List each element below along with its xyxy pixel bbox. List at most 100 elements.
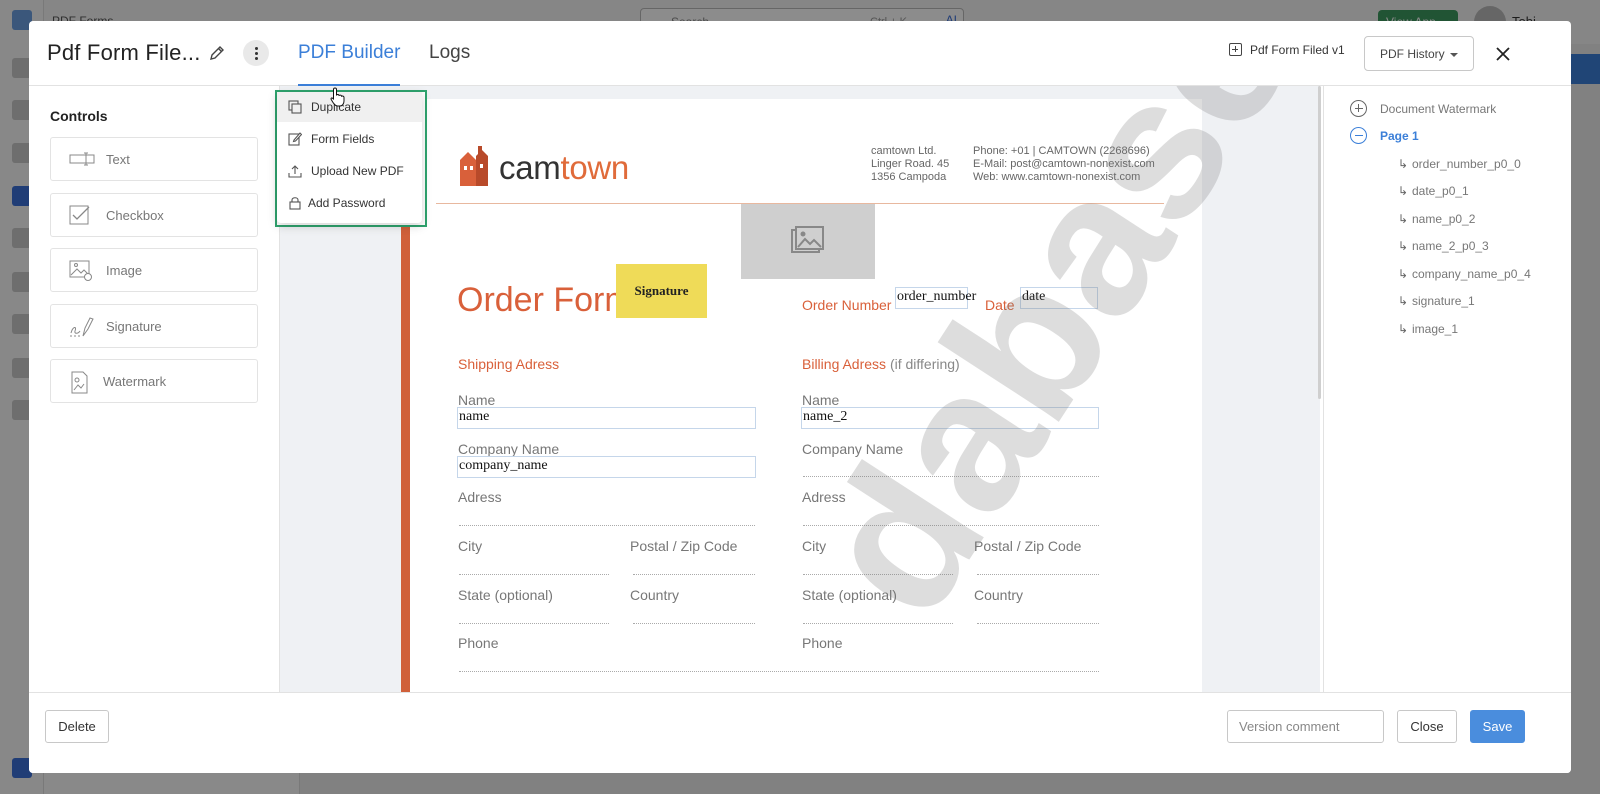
close-icon[interactable]	[1492, 43, 1514, 65]
more-options-menu: Duplicate Form Fields Upload New PDF Add…	[275, 90, 427, 227]
tree-field-item[interactable]: ↳ name_2_p0_3	[1398, 239, 1489, 253]
pdf-history-dropdown[interactable]: PDF History	[1364, 36, 1474, 71]
order-form-title: Order Form	[457, 281, 633, 319]
signature-field[interactable]: Signature	[616, 264, 707, 318]
image-field-placeholder[interactable]	[741, 204, 875, 279]
pdf-history-label: PDF History	[1380, 47, 1445, 61]
expand-icon[interactable]	[1350, 100, 1367, 117]
document-version-label[interactable]: Pdf Form Filed v1	[1229, 43, 1345, 57]
phone-line	[459, 671, 1099, 672]
tree-document-watermark[interactable]: Document Watermark	[1380, 102, 1496, 116]
child-arrow-icon: ↳	[1398, 239, 1409, 253]
tree-field-label: name_p0_2	[1412, 212, 1476, 226]
name-field[interactable]: name	[457, 407, 756, 429]
document-version-text: Pdf Form Filed v1	[1250, 43, 1345, 57]
tree-field-label: signature_1	[1412, 294, 1475, 308]
child-arrow-icon: ↳	[1398, 184, 1409, 198]
control-label: Checkbox	[106, 208, 164, 223]
checkbox-icon	[69, 205, 90, 225]
pdf-page[interactable]: camtown camtown Ltd. Linger Road. 45 135…	[401, 86, 1320, 692]
control-watermark[interactable]: Watermark	[50, 359, 258, 403]
adress-label: Adress	[458, 489, 502, 505]
tree-field-item[interactable]: ↳ name_p0_2	[1398, 212, 1475, 226]
image-icon	[791, 226, 824, 253]
child-arrow-icon: ↳	[1398, 267, 1409, 281]
tree-field-item[interactable]: ↳ company_name_p0_4	[1398, 267, 1531, 281]
controls-panel: Controls Text Checkbox Image Signature W…	[29, 86, 280, 692]
tree-field-item[interactable]: ↳ image_1	[1398, 322, 1458, 336]
billing-name-label: Name	[802, 392, 840, 408]
city-label: City	[458, 538, 483, 554]
state-label: State (optional)	[458, 587, 553, 603]
text-field-icon	[69, 152, 95, 166]
menu-panel: Duplicate Form Fields Upload New PDF Add…	[277, 92, 422, 223]
menu-item-label: Add Password	[308, 196, 386, 210]
tree-field-item[interactable]: ↳ signature_1	[1398, 294, 1475, 308]
control-label: Watermark	[103, 374, 167, 389]
control-label: Signature	[106, 319, 162, 334]
tree-field-label: image_1	[1412, 322, 1459, 336]
control-checkbox[interactable]: Checkbox	[50, 193, 258, 237]
company-address: camtown Ltd. Linger Road. 45 1356 Campod…	[871, 145, 950, 183]
tree-page-1[interactable]: Page 1	[1380, 129, 1419, 143]
save-button[interactable]: Save	[1470, 710, 1525, 743]
tree-field-label: order_number_p0_0	[1412, 157, 1521, 171]
controls-title: Controls	[50, 108, 108, 124]
close-button[interactable]: Close	[1397, 710, 1457, 743]
more-options-button[interactable]	[243, 40, 269, 66]
control-label: Image	[106, 263, 143, 278]
tree-field-label: company_name_p0_4	[1412, 267, 1531, 281]
upload-icon	[288, 165, 302, 178]
delete-button[interactable]: Delete	[45, 710, 109, 743]
city-line	[459, 574, 609, 575]
tree-field-label: name_2_p0_3	[1412, 239, 1489, 253]
billing-country-line	[977, 623, 1099, 624]
hand-cursor-icon	[330, 87, 345, 107]
menu-item-label: Form Fields	[311, 132, 375, 146]
fields-tree-panel: Document Watermark Page 1 ↳ order_number_…	[1323, 86, 1571, 692]
lock-icon	[289, 197, 301, 210]
pdf-canvas[interactable]: camtown camtown Ltd. Linger Road. 45 135…	[280, 86, 1320, 692]
company-name-field[interactable]: company_name	[457, 456, 756, 478]
order-number-label: Order Number	[802, 297, 892, 313]
country-label: Country	[630, 587, 680, 603]
child-arrow-icon: ↳	[1398, 157, 1409, 171]
tab-pdf-builder[interactable]: PDF Builder	[298, 42, 401, 86]
zip-line	[633, 574, 755, 575]
zip-label: Postal / Zip Code	[630, 538, 738, 554]
watermark-icon	[71, 371, 88, 394]
pencil-icon[interactable]	[207, 43, 227, 63]
tab-logs[interactable]: Logs	[429, 42, 470, 64]
child-arrow-icon: ↳	[1398, 294, 1409, 308]
modal-title: Pdf Form File...	[47, 40, 201, 65]
child-arrow-icon: ↳	[1398, 322, 1409, 336]
version-comment-input[interactable]	[1227, 710, 1384, 743]
menu-item-form-fields[interactable]: Form Fields	[277, 124, 422, 154]
menu-item-upload-new-pdf[interactable]: Upload New PDF	[277, 156, 422, 186]
control-signature[interactable]: Signature	[50, 304, 258, 348]
tree-field-item[interactable]: ↳ order_number_p0_0	[1398, 157, 1521, 171]
control-text[interactable]: Text	[50, 137, 258, 181]
canvas-scrollbar[interactable]	[1318, 86, 1321, 399]
country-line	[633, 623, 755, 624]
state-line	[459, 623, 609, 624]
logo-text-town: town	[560, 149, 629, 186]
image-icon	[69, 260, 92, 281]
modal-footer: Delete Close Save	[29, 692, 1571, 773]
shipping-title: Shipping Adress	[458, 356, 560, 372]
menu-item-duplicate[interactable]: Duplicate	[277, 92, 422, 122]
menu-item-add-password[interactable]: Add Password	[277, 188, 422, 218]
company-name-label: Company Name	[458, 441, 560, 457]
control-image[interactable]: Image	[50, 248, 258, 292]
phone-label: Phone	[458, 635, 499, 651]
pdf-form-modal: Pdf Form File... PDF Builder Logs Pdf Fo…	[29, 21, 1571, 773]
name-label: Name	[458, 392, 496, 408]
edit-icon	[288, 132, 302, 146]
add-document-icon	[1229, 43, 1242, 56]
billing-phone-label: Phone	[802, 635, 843, 651]
tree-field-item[interactable]: ↳ date_p0_1	[1398, 184, 1469, 198]
child-arrow-icon: ↳	[1398, 212, 1409, 226]
copy-icon	[288, 100, 302, 114]
collapse-icon[interactable]	[1350, 127, 1367, 144]
dot-icon	[254, 46, 258, 50]
